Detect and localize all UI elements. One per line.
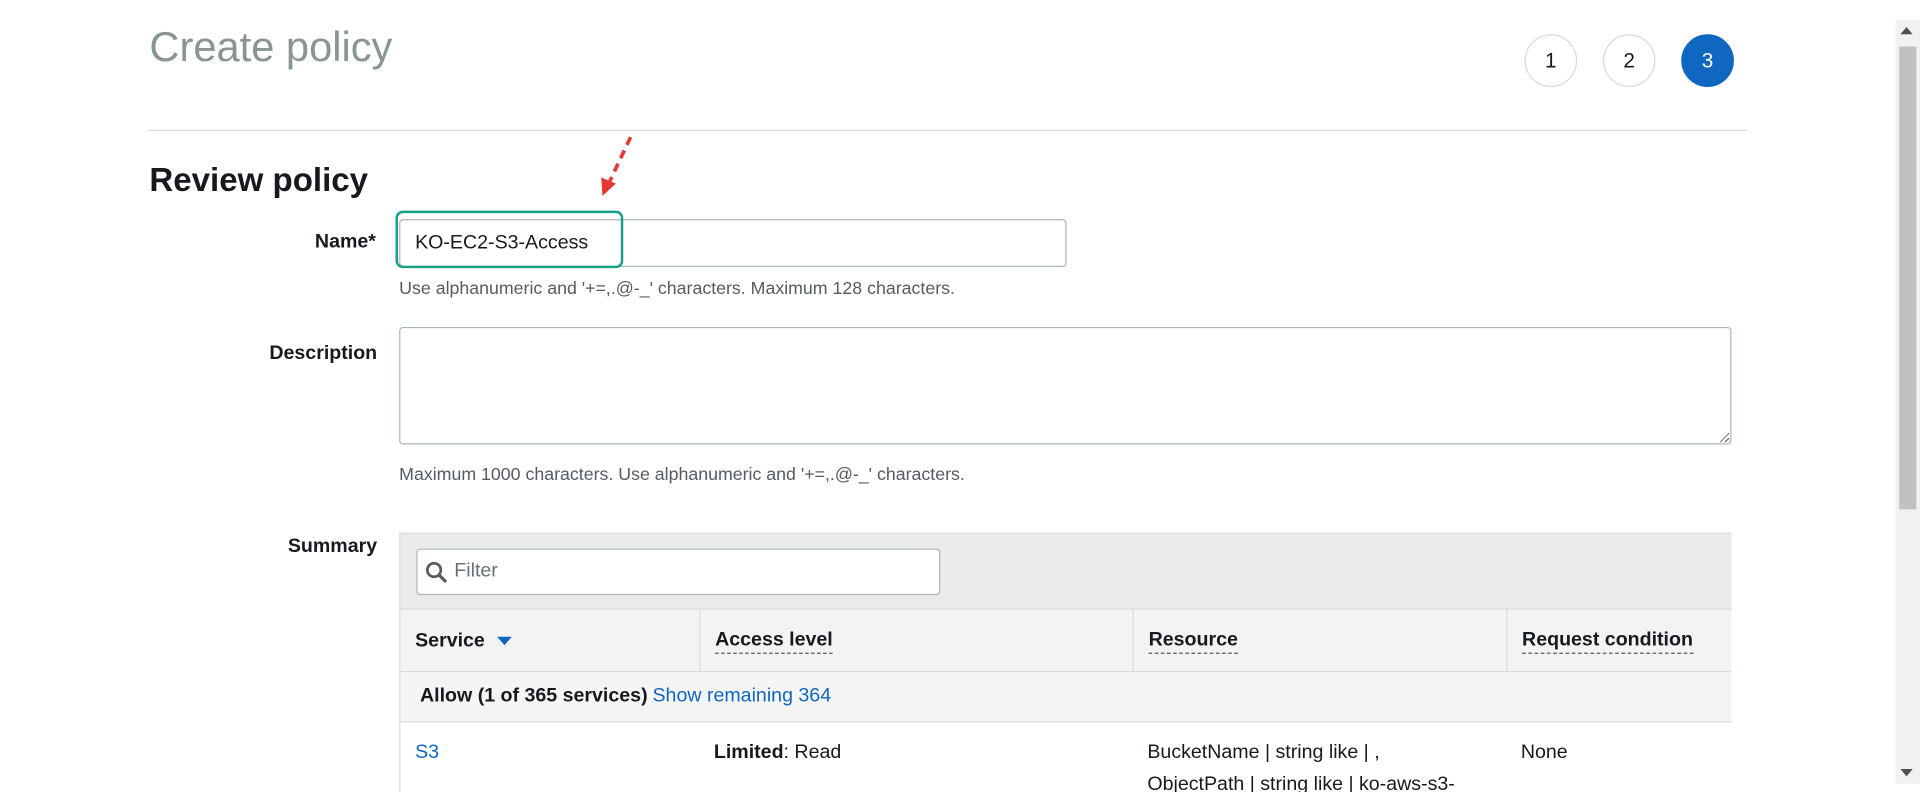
column-header-resource[interactable]: Resource: [1134, 609, 1508, 673]
table-header: Service Access level Resource Request co…: [400, 609, 1732, 673]
show-remaining-link[interactable]: Show remaining 364: [652, 686, 831, 708]
page-content: Create policy 1 2 3 Review policy Name* …: [0, 0, 1920, 792]
name-label: Name*: [314, 231, 376, 253]
caret-down-icon[interactable]: [497, 636, 512, 646]
description-textarea[interactable]: [399, 326, 1732, 445]
table-row: S3 Limited: Read BucketName | string lik…: [400, 722, 1731, 792]
access-level-strong: Limited: [713, 742, 784, 763]
filter-bar: [400, 533, 1732, 610]
search-icon: [426, 561, 447, 583]
policy-name-input[interactable]: [399, 219, 1067, 267]
name-hint: Use alphanumeric and '+=,.@-_' character…: [399, 279, 955, 299]
allow-group-label: Allow (1 of 365 services): [420, 685, 648, 707]
resource-cell: BucketName | string like | , ObjectPath …: [1147, 737, 1454, 792]
filter-field[interactable]: [416, 548, 941, 596]
column-header-service[interactable]: Service: [400, 609, 701, 673]
summary-table: Service Access level Resource Request co…: [399, 532, 1732, 792]
description-hint: Maximum 1000 characters. Use alphanumeri…: [399, 465, 965, 485]
column-header-request-condition[interactable]: Request condition: [1507, 610, 1731, 672]
description-label: Description: [269, 342, 378, 364]
allow-group-row: Allow (1 of 365 services) Show remaining…: [400, 672, 1732, 723]
access-level-cell: Limited: Read: [714, 737, 841, 769]
column-header-access-level[interactable]: Access level: [700, 609, 1134, 673]
column-header-request-condition-label: Request condition: [1522, 629, 1693, 654]
dashed-arrow-icon: [601, 136, 633, 196]
filter-input[interactable]: [454, 560, 932, 583]
step-3-button[interactable]: 3: [1681, 34, 1734, 87]
request-condition-cell: None: [1520, 742, 1568, 763]
step-1-button[interactable]: 1: [1524, 34, 1578, 87]
section-title: Review policy: [149, 161, 369, 199]
vertical-scrollbar[interactable]: [1895, 19, 1920, 784]
summary-label: Summary: [287, 536, 378, 558]
scroll-up-icon[interactable]: [1900, 26, 1913, 35]
page-title: Create policy: [149, 24, 393, 72]
service-link-s3[interactable]: S3: [415, 737, 439, 769]
resource-line-2: ObjectPath | string like | ko-aws-s3-: [1147, 773, 1455, 792]
column-header-resource-label: Resource: [1148, 629, 1238, 654]
access-level-rest: : Read: [783, 742, 842, 763]
scroll-down-icon[interactable]: [1900, 768, 1913, 777]
page-root: Create policy 1 2 3 Review policy Name* …: [0, 0, 1920, 792]
step-2-button[interactable]: 2: [1602, 34, 1656, 87]
resource-line-1: BucketName | string like | ,: [1147, 742, 1380, 763]
scroll-thumb[interactable]: [1899, 46, 1917, 510]
column-header-access-level-label: Access level: [715, 629, 833, 654]
header-divider: [148, 129, 1748, 132]
column-header-service-label: Service: [415, 630, 485, 651]
